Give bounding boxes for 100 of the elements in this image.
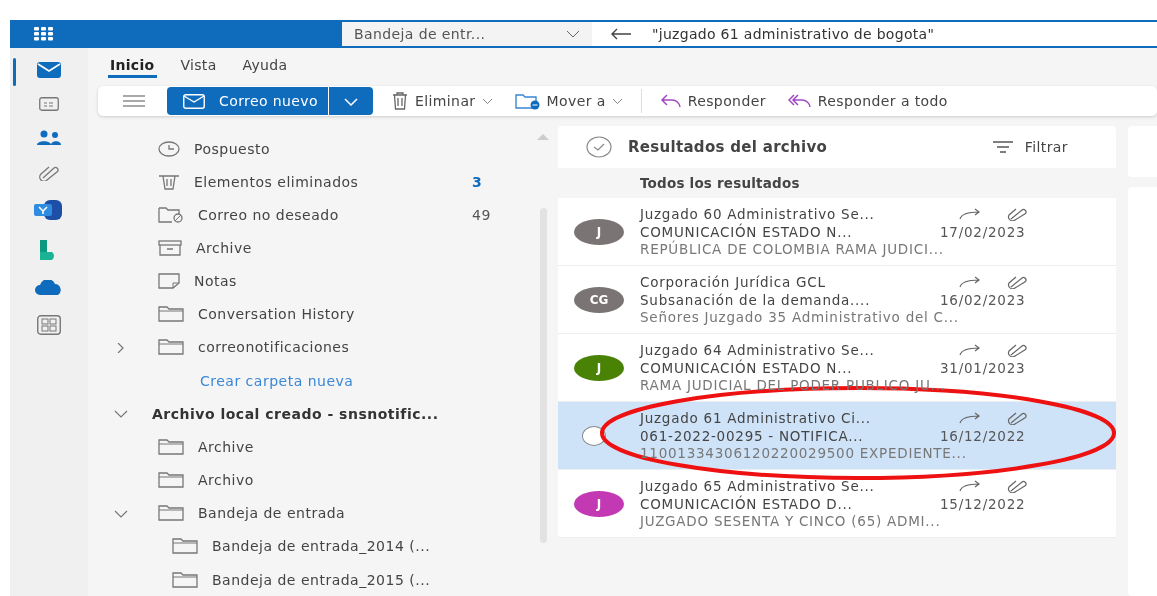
folder-icon bbox=[158, 306, 184, 323]
create-folder-link[interactable]: Crear carpeta nueva bbox=[158, 372, 354, 389]
message-date: 17/02/2023 bbox=[940, 223, 1026, 240]
chevron-down-icon bbox=[343, 97, 358, 106]
folder-icon bbox=[158, 505, 184, 522]
chevron-down-icon bbox=[611, 97, 623, 105]
paperclip-icon bbox=[1006, 274, 1028, 289]
folder-icon bbox=[172, 571, 198, 588]
cloud-icon[interactable] bbox=[34, 280, 64, 296]
message-date: 16/02/2023 bbox=[940, 291, 1026, 308]
chevron-down-icon bbox=[566, 30, 580, 38]
app-launcher-icon[interactable] bbox=[34, 27, 54, 41]
toolbar-button[interactable]: Mover a bbox=[510, 92, 627, 110]
message-sender: Juzgado 61 Administrativo Ci... bbox=[640, 409, 872, 426]
folder-name[interactable]: Pospuesto bbox=[194, 140, 271, 157]
message-preview: Señores Juzgado 35 Administrativo del C... bbox=[640, 308, 960, 327]
chevron-down-icon[interactable] bbox=[114, 508, 128, 519]
ribbon-tab[interactable]: Vista bbox=[178, 54, 219, 78]
message-row[interactable]: CG Corporación Jurídica GCL Subsanación de la demanda.... 16/02/2023 Señores Juzgado 35 Administrativo del C... bbox=[558, 266, 1116, 334]
folder-icon bbox=[172, 538, 198, 555]
people-icon[interactable] bbox=[36, 130, 62, 146]
message-sender: Juzgado 60 Administrativo Se... bbox=[640, 205, 876, 222]
select-all-check-icon[interactable] bbox=[586, 136, 612, 158]
message-preview: JUZGADO SESENTA Y CINCO (65) ADMI... bbox=[640, 512, 942, 531]
message-date: 15/12/2022 bbox=[940, 495, 1026, 512]
folder-name[interactable]: Bandeja de entrada_2015 (... bbox=[212, 571, 431, 588]
folder-name[interactable]: Archive bbox=[198, 438, 254, 455]
item-count: 3 bbox=[472, 173, 483, 190]
results-title: Resultados del archivo bbox=[628, 138, 829, 156]
toolbar-button[interactable]: Eliminar bbox=[386, 92, 497, 110]
paperclip-icon bbox=[1006, 342, 1028, 357]
folder-icon bbox=[158, 339, 184, 356]
folder-name[interactable]: correonotificaciones bbox=[198, 339, 350, 356]
folder-name[interactable]: Archive bbox=[196, 239, 252, 256]
chevron-down-icon bbox=[481, 97, 493, 105]
search-query: "juzgado 61 administrativo de bogota" bbox=[652, 26, 935, 42]
new-mail-dropdown-button[interactable] bbox=[328, 87, 373, 115]
folder-icon bbox=[158, 438, 184, 455]
account-name[interactable]: Archivo local creado - snsnotific... bbox=[152, 405, 439, 422]
trash-icon bbox=[158, 173, 180, 190]
message-date: 16/12/2022 bbox=[940, 427, 1026, 444]
ribbon-tab[interactable]: Ayuda bbox=[240, 54, 290, 78]
forward-arrow-icon bbox=[958, 411, 982, 424]
paperclip-icon bbox=[1006, 410, 1028, 425]
team-app-icon[interactable] bbox=[34, 200, 64, 220]
ribbon-tab[interactable]: Inicio bbox=[108, 54, 157, 78]
calendar-icon[interactable] bbox=[39, 97, 59, 111]
avatar: J bbox=[574, 490, 624, 517]
message-subject: 061-2022-00295 - NOTIFICA... bbox=[640, 427, 865, 444]
forward-arrow-icon bbox=[958, 275, 982, 288]
trash-icon bbox=[390, 92, 409, 110]
message-row[interactable]: Juzgado 61 Administrativo Ci... 061-2022-00295 - NOTIFICA... 16/12/2022 11001334306120220029500 EXPEDIENTE... bbox=[558, 402, 1116, 470]
message-row[interactable]: J Juzgado 60 Administrativo Se... COMUNICACIÓN ESTADO N... 17/02/2023 REPÚBLICA DE COLOMBIA RAMA JUDICI... bbox=[558, 198, 1116, 266]
chevron-down-icon[interactable] bbox=[114, 409, 128, 420]
apps-grid-icon[interactable] bbox=[37, 315, 61, 335]
mail-icon[interactable] bbox=[37, 62, 61, 78]
folder-name[interactable]: Bandeja de entrada_2014 (... bbox=[212, 538, 431, 555]
message-subject: Subsanación de la demanda.... bbox=[640, 291, 872, 308]
paperclip-icon[interactable] bbox=[39, 165, 59, 181]
forward-arrow-icon bbox=[958, 207, 982, 220]
forward-arrow-icon bbox=[958, 479, 982, 492]
avatar: CG bbox=[574, 286, 624, 313]
reply-all-icon bbox=[787, 94, 812, 108]
folder-name[interactable]: Bandeja de entrada bbox=[198, 505, 346, 522]
message-preview: REPÚBLICA DE COLOMBIA RAMA JUDICI... bbox=[640, 240, 945, 259]
paperclip-icon bbox=[1006, 478, 1028, 493]
folder-icon bbox=[158, 472, 184, 489]
filter-icon bbox=[992, 141, 1013, 153]
message-subject: COMUNICACIÓN ESTADO N... bbox=[640, 223, 854, 240]
search-scope-dropdown[interactable]: Bandeja de entr... bbox=[342, 22, 592, 46]
message-subject: COMUNICACIÓN ESTADO D... bbox=[640, 495, 854, 512]
filter-button[interactable]: Filtrar bbox=[986, 138, 1074, 156]
forward-arrow-icon bbox=[958, 343, 982, 356]
folder-blocked-icon bbox=[158, 206, 184, 223]
message-sender: Juzgado 64 Administrativo Se... bbox=[640, 341, 876, 358]
folder-name[interactable]: Notas bbox=[194, 273, 237, 290]
folder-name[interactable]: Correo no deseado bbox=[198, 206, 339, 223]
search-field[interactable]: Bandeja de entr... "juzgado 61 administrativo de bogota" bbox=[342, 22, 1157, 46]
clock-icon bbox=[158, 140, 180, 157]
archive-box-icon bbox=[158, 239, 182, 256]
message-sender: Corporación Jurídica GCL bbox=[640, 273, 827, 290]
message-row[interactable]: J Juzgado 65 Administrativo Se... COMUNICACIÓN ESTADO D... 15/12/2022 JUZGADO SESENTA Y CINCO (65) ADMI... bbox=[558, 470, 1116, 538]
paperclip-icon bbox=[1006, 206, 1028, 221]
note-icon bbox=[158, 273, 180, 290]
envelope-icon bbox=[183, 93, 205, 109]
avatar: J bbox=[574, 218, 624, 245]
avatar: J bbox=[574, 354, 624, 381]
section-header: Todos los resultados bbox=[558, 168, 1116, 198]
message-date: 31/01/2023 bbox=[940, 359, 1026, 376]
toolbar-button[interactable]: Responder a todo bbox=[783, 93, 952, 109]
message-preview: 11001334306120220029500 EXPEDIENTE... bbox=[640, 444, 968, 463]
toolbar-button[interactable]: Responder bbox=[655, 93, 770, 109]
menu-icon[interactable] bbox=[123, 95, 145, 107]
folder-move-icon bbox=[514, 92, 541, 110]
folder-name[interactable]: Archivo bbox=[198, 472, 254, 489]
new-mail-button[interactable]: Correo nuevo bbox=[167, 87, 328, 115]
folder-name[interactable]: Conversation History bbox=[198, 306, 355, 323]
back-arrow-icon[interactable] bbox=[610, 28, 632, 40]
folder-name[interactable]: Elementos eliminados bbox=[194, 173, 359, 190]
message-subject: COMUNICACIÓN ESTADO N... bbox=[640, 359, 854, 376]
